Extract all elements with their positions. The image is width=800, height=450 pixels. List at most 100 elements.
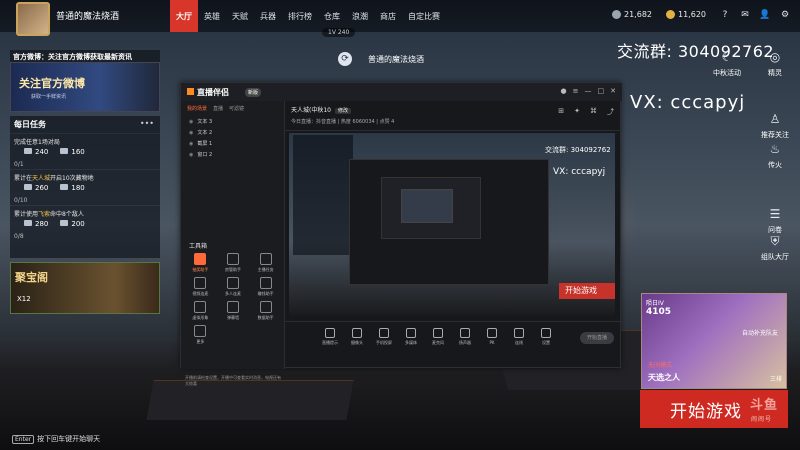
tool-button[interactable]: 数据助手: [250, 301, 281, 321]
weibo-banner[interactable]: 关注官方微博 获取一手鲜资讯: [10, 62, 160, 112]
tool-button[interactable]: 房管助手: [218, 253, 249, 273]
live-companion-window: 直播伴侣 新版 ● ≡ — □ ✕ 我的场景直播可滤镜 文本 3文本 2截屏 1…: [180, 82, 622, 386]
nav-tab[interactable]: 大厅: [170, 0, 198, 32]
control-button[interactable]: 手机投屏: [369, 328, 399, 346]
scene-tab[interactable]: 直播: [213, 105, 223, 112]
auto-fill-label[interactable]: 自动补充队友: [742, 328, 778, 337]
task-description: 累计使用飞索命中8个敌人: [14, 206, 156, 218]
task-rewards: 260 180: [24, 184, 85, 192]
tool-label: 主播任务: [257, 267, 274, 272]
nav-tab[interactable]: 自定比赛: [402, 0, 446, 32]
refresh-icon[interactable]: ⟳: [338, 52, 352, 66]
control-button[interactable]: 连线: [504, 328, 534, 346]
reward-coin: 160: [60, 148, 84, 156]
daily-tasks-panel: 每日任务 ••• 完成任意1场对局 240 160 0/1 累计在天人城开启10次藏物地…: [10, 116, 160, 258]
person-icon: ♙: [769, 112, 781, 126]
tool-icon: [259, 253, 272, 265]
tool-button[interactable]: 弹幕墙: [218, 301, 249, 321]
tool-icon: [226, 277, 239, 289]
control-button[interactable]: PK: [477, 328, 507, 345]
mode-name: 天选之人: [648, 373, 680, 382]
edit-room-button[interactable]: 修改: [334, 108, 351, 114]
control-button[interactable]: 直播提示: [315, 328, 345, 346]
cart-icon[interactable]: ⊞: [558, 107, 564, 117]
nav-tab[interactable]: 天赋: [226, 0, 254, 32]
user-icon[interactable]: ●: [561, 87, 567, 95]
tool-button[interactable]: 抽奖助手: [185, 253, 216, 273]
room-meta: 今日直播：抖音直播 | 热度 6060034 | 点赞 4: [291, 119, 395, 125]
nav-tab[interactable]: 兵器: [254, 0, 282, 32]
control-button[interactable]: 麦克风: [423, 328, 453, 346]
more-icon[interactable]: •••: [140, 119, 154, 128]
gold-coin-icon: [666, 10, 675, 19]
tool-label: 房管助手: [224, 267, 241, 272]
share-icon[interactable]: ⤴: [607, 107, 614, 117]
task-text: 完成任意1场对局: [14, 139, 60, 146]
treasure-pavilion[interactable]: 聚宝阁 X12: [10, 262, 160, 314]
task-item[interactable]: 累计在天人城开启10次藏物地 260 180 0/10: [10, 169, 160, 205]
side-button-moon[interactable]: ☾ 中秋活动: [704, 48, 750, 78]
control-label: 摄像头: [351, 340, 363, 345]
control-button[interactable]: 摄像头: [342, 328, 372, 346]
tool-button[interactable]: 视频连麦: [185, 277, 216, 297]
control-button[interactable]: 设置: [531, 328, 561, 346]
player-avatar[interactable]: [16, 2, 50, 36]
source-item[interactable]: 文本 2: [181, 127, 284, 138]
side-button-survey[interactable]: ☰ 问卷: [752, 205, 798, 235]
nav-tab[interactable]: 英雄: [198, 0, 226, 32]
live-window-titlebar: 直播伴侣 新版 ● ≡ — □ ✕: [181, 83, 622, 101]
control-button[interactable]: 多媒体: [396, 328, 426, 346]
tool-button[interactable]: 赚钱助手: [250, 277, 281, 297]
settings-icon[interactable]: ⚙: [778, 8, 792, 22]
control-icon: [406, 328, 416, 338]
nav-tab[interactable]: 排行榜: [282, 0, 318, 32]
task-progress: 0/1: [14, 161, 24, 168]
source-item[interactable]: 截屏 1: [181, 138, 284, 149]
tool-label: 抽奖助手: [192, 267, 209, 272]
side-button-label: 中秋活动: [713, 69, 741, 77]
control-icon: [487, 328, 497, 338]
task-item[interactable]: 累计使用飞索命中8个敌人 280 200 0/8: [10, 205, 160, 241]
source-item[interactable]: 窗口 2: [181, 149, 284, 160]
menu-icon[interactable]: ≡: [573, 87, 579, 95]
minimize-icon[interactable]: —: [585, 87, 592, 95]
tool-button[interactable]: 虚拟形象: [185, 301, 216, 321]
side-button-label: 推荐关注: [761, 131, 789, 139]
chat-hint[interactable]: Enter 按下回车键开始聊天: [12, 434, 100, 444]
start-live-button[interactable]: 开始直播: [580, 332, 614, 344]
side-button-flame[interactable]: ♨ 传火: [752, 140, 798, 170]
stream-preview[interactable]: 交流群: 304092762 VX: cccapyj 开始游戏: [289, 133, 615, 315]
brand-sub: 闹闹号: [750, 416, 772, 423]
tool-button[interactable]: 主播任务: [250, 253, 281, 273]
side-button-shield[interactable]: ⛨ 组队大厅: [752, 232, 798, 262]
start-game-button[interactable]: 开始游戏 斗鱼 闹闹号: [640, 390, 788, 428]
scene-tab[interactable]: 我的场景: [187, 105, 207, 112]
game-mode-card[interactable]: 陨日IV 4105 自动补充队友 无间模式 天选之人 三排: [641, 293, 787, 389]
maximize-icon[interactable]: □: [598, 87, 605, 95]
task-item[interactable]: 完成任意1场对局 240 160 0/1: [10, 133, 160, 169]
task-description: 累计在天人城开启10次藏物地: [14, 170, 156, 182]
team-size[interactable]: 三排: [770, 374, 782, 383]
help-icon[interactable]: ?: [718, 8, 732, 22]
scene-tab[interactable]: 可滤镜: [229, 105, 244, 112]
friends-icon[interactable]: 👤: [758, 8, 772, 22]
tool-button[interactable]: 更多: [185, 325, 216, 345]
control-icon: [325, 328, 335, 338]
tool-button[interactable]: 多人连麦: [218, 277, 249, 297]
nav-tab[interactable]: 商店: [374, 0, 402, 32]
close-icon[interactable]: ✕: [610, 87, 616, 95]
gift-icon[interactable]: ✦: [574, 107, 580, 117]
side-button-headset[interactable]: ◎ 精灵: [752, 48, 798, 78]
top-icons: ? ✉ 👤 ⚙: [718, 8, 792, 22]
source-item[interactable]: 文本 3: [181, 116, 284, 127]
control-button[interactable]: 扬声器: [450, 328, 480, 346]
tool-icon: [226, 253, 239, 265]
preview-vx-text: VX: cccapyj: [553, 167, 606, 177]
link-icon[interactable]: ⌘: [590, 107, 597, 117]
tool-label: 视频连麦: [192, 291, 209, 296]
mail-icon[interactable]: ✉: [738, 8, 752, 22]
tool-icon: [259, 301, 272, 313]
tool-label: 弹幕墙: [226, 315, 239, 320]
side-button-person[interactable]: ♙ 推荐关注: [752, 110, 798, 140]
tool-label: 更多: [196, 339, 205, 344]
